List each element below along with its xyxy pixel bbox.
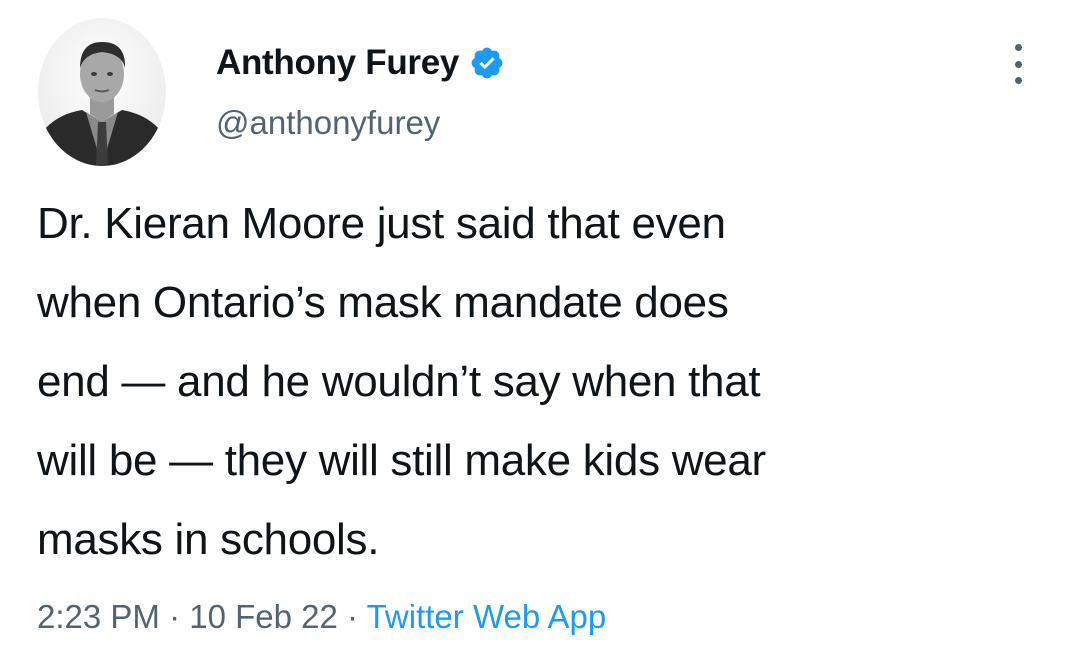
author-display-name[interactable]: Anthony Furey [216,38,459,88]
author-name-row: Anthony Furey [216,38,505,88]
author-handle[interactable]: @anthonyfurey [216,99,440,147]
tweet-card: Anthony Furey @anthonyfurey Dr. Kieran M… [0,0,1080,669]
more-options-icon[interactable] [1006,42,1030,86]
tweet-text-line: when Ontario’s mask mandate does [37,278,729,327]
tweet-text-line: will be — they will still make kids wear [37,436,766,485]
more-dot [1014,77,1022,84]
more-dot [1014,60,1022,68]
tweet-time[interactable]: 2:23 PM [37,598,160,635]
verified-badge-icon [469,45,505,81]
avatar-photo-icon [38,18,166,166]
tweet-date[interactable]: 10 Feb 22 [189,598,338,635]
tweet-source-link[interactable]: Twitter Web App [367,598,607,635]
tweet-meta: 2:23 PM · 10 Feb 22 · Twitter Web App [37,593,606,641]
more-dot [1014,44,1022,51]
meta-separator: · [337,598,367,635]
tweet-text-line: Dr. Kieran Moore just said that even [37,199,726,248]
meta-separator: · [159,598,190,635]
tweet-text: Dr. Kieran Moore just said that even whe… [37,184,1067,579]
author-avatar[interactable] [38,18,166,166]
tweet-text-line: masks in schools. [37,515,380,564]
tweet-text-line: end — and he wouldn’t say when that [37,357,761,406]
